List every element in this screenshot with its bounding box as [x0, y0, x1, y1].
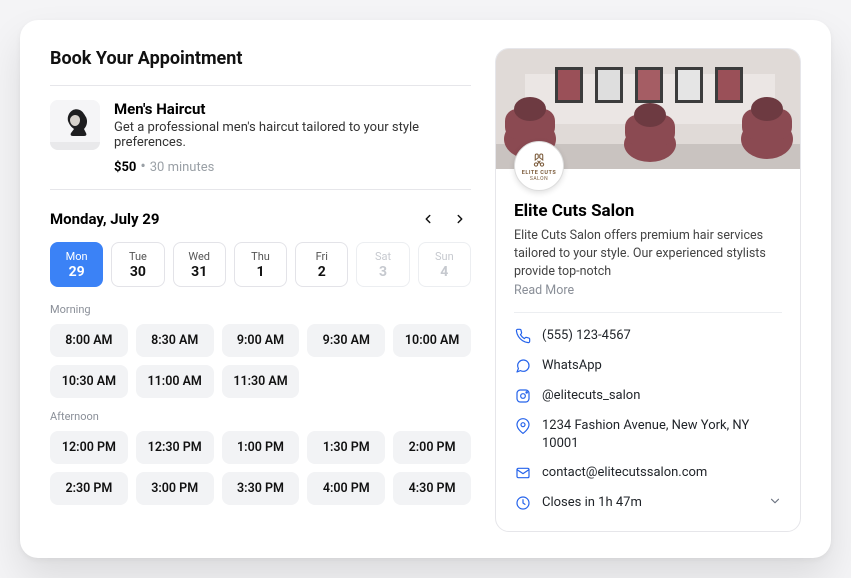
- time-slots-container: Morning 8:00 AM8:30 AM9:00 AM9:30 AM10:00…: [50, 303, 471, 505]
- day-button: Sat3: [356, 242, 409, 287]
- day-of-week: Sat: [357, 250, 408, 263]
- prev-week-button[interactable]: [417, 208, 439, 230]
- slot-group: 12:00 PM12:30 PM1:00 PM1:30 PM2:00 PM 2:3…: [50, 431, 471, 505]
- day-of-week: Mon: [51, 250, 102, 263]
- time-slot-button[interactable]: 8:30 AM: [136, 324, 214, 357]
- divider: [50, 85, 471, 86]
- business-name: Elite Cuts Salon: [514, 201, 782, 221]
- time-slot-button[interactable]: 11:00 AM: [136, 365, 214, 398]
- service-price: $50: [114, 160, 136, 175]
- day-picker: Mon29Tue30Wed31Thu1Fri2Sat3Sun4: [50, 242, 471, 287]
- time-slot-button[interactable]: 10:00 AM: [393, 324, 471, 357]
- email-text: contact@elitecutssalon.com: [542, 464, 782, 482]
- day-of-week: Tue: [112, 250, 163, 263]
- calendar-current-date: Monday, July 29: [50, 210, 160, 228]
- day-number: 3: [357, 264, 408, 280]
- hours-text: Closes in 1h 47m: [542, 494, 758, 512]
- day-of-week: Fri: [296, 250, 347, 263]
- service-duration: 30 minutes: [150, 160, 215, 175]
- booking-left-panel: Book Your Appointment Men's Haircut Get …: [50, 48, 471, 532]
- phone-row[interactable]: (555) 123-4567: [514, 327, 782, 345]
- day-button[interactable]: Wed31: [173, 242, 226, 287]
- day-number: 2: [296, 264, 347, 280]
- time-slot-button[interactable]: 10:30 AM: [50, 365, 128, 398]
- business-description: Elite Cuts Salon offers premium hair ser…: [514, 227, 782, 281]
- divider: [514, 312, 782, 313]
- calendar-header: Monday, July 29: [50, 208, 471, 230]
- booking-card: Book Your Appointment Men's Haircut Get …: [20, 20, 831, 558]
- address-text: 1234 Fashion Avenue, New York, NY 10001: [542, 417, 782, 452]
- hours-row[interactable]: Closes in 1h 47m: [514, 494, 782, 512]
- read-more-link[interactable]: Read More: [514, 283, 782, 298]
- day-of-week: Wed: [174, 250, 225, 263]
- time-slot-button[interactable]: 4:00 PM: [307, 472, 385, 505]
- slot-group: 8:00 AM8:30 AM9:00 AM9:30 AM10:00 AM 10:3…: [50, 324, 471, 398]
- page-title: Book Your Appointment: [50, 48, 471, 69]
- whatsapp-text: WhatsApp: [542, 357, 782, 375]
- day-number: 1: [235, 264, 286, 280]
- day-number: 30: [112, 264, 163, 280]
- day-of-week: Sun: [419, 250, 470, 263]
- time-slot-button[interactable]: 2:00 PM: [393, 431, 471, 464]
- day-number: 4: [419, 264, 470, 280]
- business-card: ELITE CUTS SALON Elite Cuts Salon Elite …: [495, 48, 801, 532]
- time-slot-button[interactable]: 12:30 PM: [136, 431, 214, 464]
- next-week-button[interactable]: [449, 208, 471, 230]
- location-icon: [514, 417, 532, 435]
- email-icon: [514, 464, 532, 482]
- time-slot-button[interactable]: 9:30 AM: [307, 324, 385, 357]
- service-price-row: $50 • 30 minutes: [114, 156, 471, 175]
- day-number: 31: [174, 264, 225, 280]
- business-cover: ELITE CUTS SALON: [496, 49, 800, 169]
- service-image: [50, 100, 100, 150]
- calendar-arrows: [417, 208, 471, 230]
- instagram-text: @elitecuts_salon: [542, 387, 782, 405]
- time-slot-button[interactable]: 1:00 PM: [222, 431, 300, 464]
- day-of-week: Thu: [235, 250, 286, 263]
- phone-icon: [514, 327, 532, 345]
- chevron-down-icon: [768, 494, 782, 508]
- business-body: Elite Cuts Salon Elite Cuts Salon offers…: [496, 169, 800, 530]
- whatsapp-row[interactable]: WhatsApp: [514, 357, 782, 375]
- whatsapp-icon: [514, 357, 532, 375]
- day-number: 29: [51, 264, 102, 280]
- service-title: Men's Haircut: [114, 100, 471, 118]
- time-slot-button[interactable]: 9:00 AM: [222, 324, 300, 357]
- logo-subtext: SALON: [530, 176, 548, 182]
- time-slot-button[interactable]: 1:30 PM: [307, 431, 385, 464]
- day-button[interactable]: Fri2: [295, 242, 348, 287]
- time-slot-button[interactable]: 4:30 PM: [393, 472, 471, 505]
- time-slot-button[interactable]: 8:00 AM: [50, 324, 128, 357]
- day-button[interactable]: Tue30: [111, 242, 164, 287]
- email-row[interactable]: contact@elitecutssalon.com: [514, 464, 782, 482]
- day-button: Sun4: [418, 242, 471, 287]
- service-description: Get a professional men's haircut tailore…: [114, 120, 471, 150]
- business-logo: ELITE CUTS SALON: [514, 141, 564, 191]
- slot-section-title: Afternoon: [50, 410, 471, 423]
- day-button[interactable]: Thu1: [234, 242, 287, 287]
- time-slot-button[interactable]: 2:30 PM: [50, 472, 128, 505]
- time-slot-button[interactable]: 11:30 AM: [222, 365, 300, 398]
- service-info: Men's Haircut Get a professional men's h…: [114, 100, 471, 175]
- separator: •: [136, 156, 149, 175]
- slot-section-title: Morning: [50, 303, 471, 316]
- instagram-row[interactable]: @elitecuts_salon: [514, 387, 782, 405]
- day-button[interactable]: Mon29: [50, 242, 103, 287]
- instagram-icon: [514, 387, 532, 405]
- service-summary: Men's Haircut Get a professional men's h…: [50, 100, 471, 175]
- time-slot-button[interactable]: 3:00 PM: [136, 472, 214, 505]
- time-slot-button[interactable]: 3:30 PM: [222, 472, 300, 505]
- divider: [50, 189, 471, 190]
- clock-icon: [514, 494, 532, 512]
- time-slot-button[interactable]: 12:00 PM: [50, 431, 128, 464]
- phone-text: (555) 123-4567: [542, 327, 782, 345]
- address-row: 1234 Fashion Avenue, New York, NY 10001: [514, 417, 782, 452]
